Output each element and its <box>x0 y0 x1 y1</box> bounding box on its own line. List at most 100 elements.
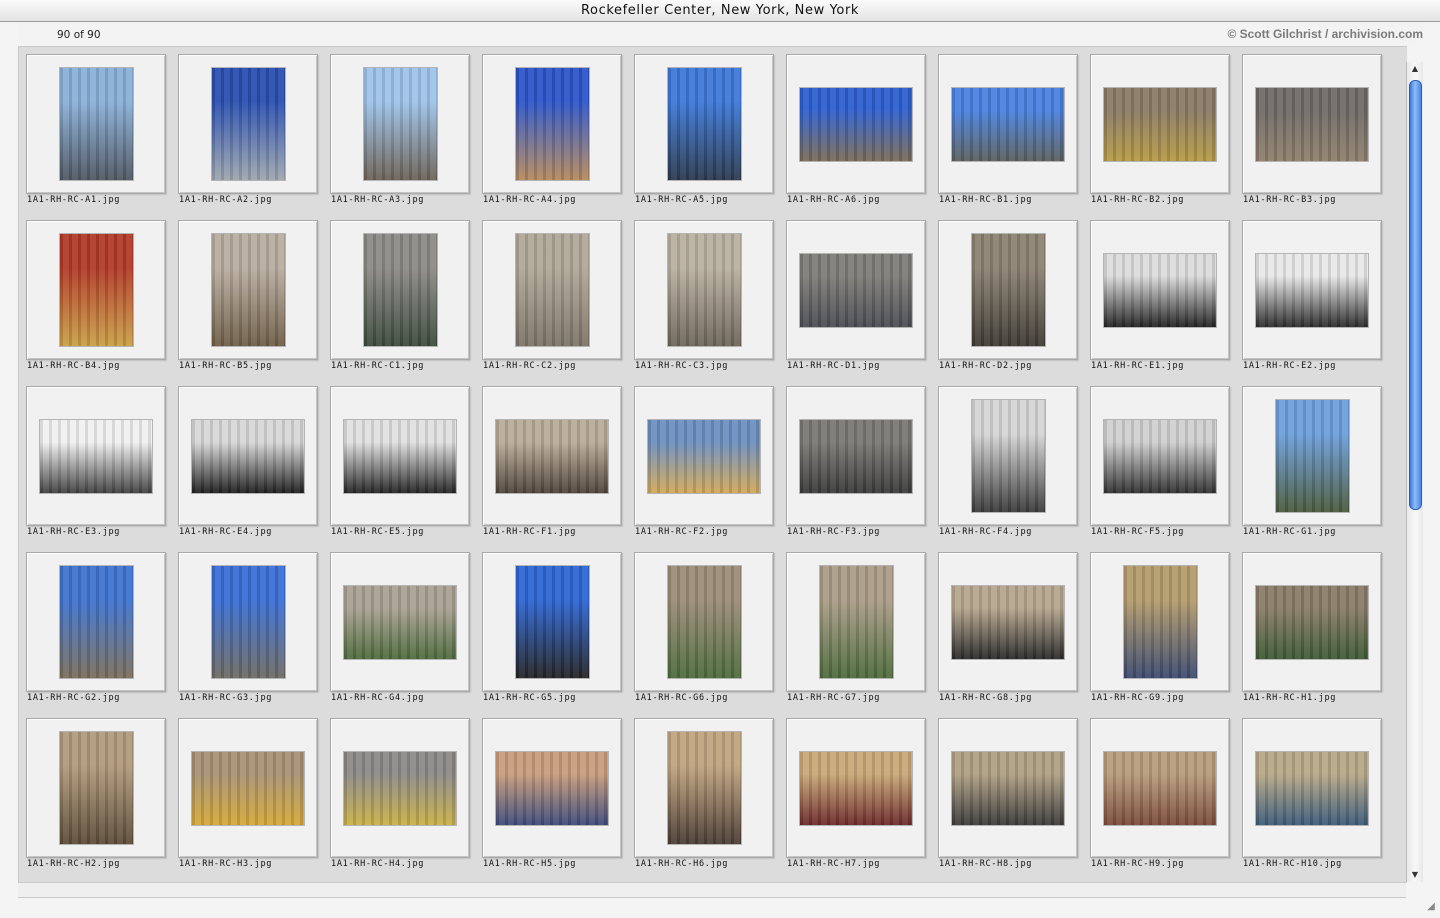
slide-mount[interactable] <box>330 54 470 194</box>
thumbnail-item[interactable]: 1A1-RH-RC-G2.jpg <box>26 552 166 718</box>
thumbnail-item[interactable]: 1A1-RH-RC-H7.jpg <box>786 718 926 883</box>
photo-thumbnail[interactable] <box>800 88 912 161</box>
slide-mount[interactable] <box>1242 718 1382 858</box>
thumbnail-item[interactable]: 1A1-RH-RC-G8.jpg <box>938 552 1078 718</box>
slide-mount[interactable] <box>1242 54 1382 194</box>
photo-thumbnail[interactable] <box>1276 400 1349 512</box>
photo-thumbnail[interactable] <box>648 420 760 493</box>
triangle-down-icon[interactable]: ▼ <box>1407 868 1423 882</box>
slide-mount[interactable] <box>178 386 318 526</box>
photo-thumbnail[interactable] <box>60 234 133 346</box>
photo-thumbnail[interactable] <box>668 234 741 346</box>
photo-thumbnail[interactable] <box>516 234 589 346</box>
slide-mount[interactable] <box>634 552 774 692</box>
slide-mount[interactable] <box>786 220 926 360</box>
photo-thumbnail[interactable] <box>496 752 608 825</box>
slide-mount[interactable] <box>938 552 1078 692</box>
thumbnail-item[interactable]: 1A1-RH-RC-E3.jpg <box>26 386 166 552</box>
slide-mount[interactable] <box>482 220 622 360</box>
photo-thumbnail[interactable] <box>344 420 456 493</box>
slide-mount[interactable] <box>634 54 774 194</box>
photo-thumbnail[interactable] <box>1256 752 1368 825</box>
thumbnail-item[interactable]: 1A1-RH-RC-B5.jpg <box>178 220 318 386</box>
photo-thumbnail[interactable] <box>1256 586 1368 659</box>
photo-thumbnail[interactable] <box>952 752 1064 825</box>
photo-thumbnail[interactable] <box>1104 88 1216 161</box>
photo-thumbnail[interactable] <box>800 254 912 327</box>
thumbnail-item[interactable]: 1A1-RH-RC-B1.jpg <box>938 54 1078 220</box>
photo-thumbnail[interactable] <box>60 732 133 844</box>
thumbnail-item[interactable]: 1A1-RH-RC-E2.jpg <box>1242 220 1382 386</box>
slide-mount[interactable] <box>1090 386 1230 526</box>
slide-mount[interactable] <box>330 718 470 858</box>
thumbnail-item[interactable]: 1A1-RH-RC-F1.jpg <box>482 386 622 552</box>
photo-thumbnail[interactable] <box>1256 254 1368 327</box>
thumbnail-item[interactable]: 1A1-RH-RC-G6.jpg <box>634 552 774 718</box>
photo-thumbnail[interactable] <box>212 68 285 180</box>
photo-thumbnail[interactable] <box>212 566 285 678</box>
slide-mount[interactable] <box>938 386 1078 526</box>
thumbnail-item[interactable]: 1A1-RH-RC-D1.jpg <box>786 220 926 386</box>
thumbnail-item[interactable]: 1A1-RH-RC-E5.jpg <box>330 386 470 552</box>
photo-thumbnail[interactable] <box>800 752 912 825</box>
thumbnail-item[interactable]: 1A1-RH-RC-G9.jpg <box>1090 552 1230 718</box>
thumbnail-item[interactable]: 1A1-RH-RC-F5.jpg <box>1090 386 1230 552</box>
photo-thumbnail[interactable] <box>344 586 456 659</box>
photo-thumbnail[interactable] <box>40 420 152 493</box>
thumbnail-item[interactable]: 1A1-RH-RC-H8.jpg <box>938 718 1078 883</box>
thumbnail-item[interactable]: 1A1-RH-RC-G7.jpg <box>786 552 926 718</box>
vertical-scrollbar[interactable]: ▲ ▼ <box>1406 62 1423 882</box>
slide-mount[interactable] <box>786 386 926 526</box>
triangle-up-icon[interactable]: ▲ <box>1407 62 1423 76</box>
thumbnail-item[interactable]: 1A1-RH-RC-B3.jpg <box>1242 54 1382 220</box>
thumbnail-item[interactable]: 1A1-RH-RC-G1.jpg <box>1242 386 1382 552</box>
thumbnail-item[interactable]: 1A1-RH-RC-D2.jpg <box>938 220 1078 386</box>
slide-mount[interactable] <box>1242 386 1382 526</box>
thumbnail-item[interactable]: 1A1-RH-RC-F4.jpg <box>938 386 1078 552</box>
photo-thumbnail[interactable] <box>1124 566 1197 678</box>
slide-mount[interactable] <box>178 718 318 858</box>
thumbnail-item[interactable]: 1A1-RH-RC-H3.jpg <box>178 718 318 883</box>
slide-mount[interactable] <box>26 220 166 360</box>
photo-thumbnail[interactable] <box>820 566 893 678</box>
slide-mount[interactable] <box>330 386 470 526</box>
slide-mount[interactable] <box>786 718 926 858</box>
slide-mount[interactable] <box>330 552 470 692</box>
slide-mount[interactable] <box>26 718 166 858</box>
thumbnail-item[interactable]: 1A1-RH-RC-C1.jpg <box>330 220 470 386</box>
photo-thumbnail[interactable] <box>60 566 133 678</box>
slide-mount[interactable] <box>482 386 622 526</box>
thumbnail-item[interactable]: 1A1-RH-RC-G5.jpg <box>482 552 622 718</box>
thumbnail-item[interactable]: 1A1-RH-RC-A1.jpg <box>26 54 166 220</box>
thumbnail-item[interactable]: 1A1-RH-RC-E1.jpg <box>1090 220 1230 386</box>
slide-mount[interactable] <box>938 54 1078 194</box>
thumbnail-item[interactable]: 1A1-RH-RC-B4.jpg <box>26 220 166 386</box>
photo-thumbnail[interactable] <box>952 88 1064 161</box>
thumbnail-item[interactable]: 1A1-RH-RC-H2.jpg <box>26 718 166 883</box>
slide-mount[interactable] <box>26 386 166 526</box>
photo-thumbnail[interactable] <box>192 752 304 825</box>
thumbnail-item[interactable]: 1A1-RH-RC-F2.jpg <box>634 386 774 552</box>
slide-mount[interactable] <box>634 220 774 360</box>
slide-mount[interactable] <box>482 54 622 194</box>
thumbnail-item[interactable]: 1A1-RH-RC-A3.jpg <box>330 54 470 220</box>
slide-mount[interactable] <box>634 718 774 858</box>
slide-mount[interactable] <box>178 220 318 360</box>
slide-mount[interactable] <box>786 552 926 692</box>
thumbnail-item[interactable]: 1A1-RH-RC-B2.jpg <box>1090 54 1230 220</box>
thumbnail-item[interactable]: 1A1-RH-RC-H4.jpg <box>330 718 470 883</box>
thumbnail-item[interactable]: 1A1-RH-RC-C3.jpg <box>634 220 774 386</box>
thumbnail-item[interactable]: 1A1-RH-RC-C2.jpg <box>482 220 622 386</box>
thumbnail-item[interactable]: 1A1-RH-RC-G4.jpg <box>330 552 470 718</box>
photo-thumbnail[interactable] <box>800 420 912 493</box>
photo-thumbnail[interactable] <box>516 566 589 678</box>
scroll-thumb[interactable] <box>1409 80 1422 510</box>
slide-mount[interactable] <box>1242 220 1382 360</box>
slide-mount[interactable] <box>938 220 1078 360</box>
photo-thumbnail[interactable] <box>972 234 1045 346</box>
thumbnail-item[interactable]: 1A1-RH-RC-F3.jpg <box>786 386 926 552</box>
photo-thumbnail[interactable] <box>1104 254 1216 327</box>
slide-mount[interactable] <box>634 386 774 526</box>
thumbnail-item[interactable]: 1A1-RH-RC-H1.jpg <box>1242 552 1382 718</box>
photo-thumbnail[interactable] <box>212 234 285 346</box>
